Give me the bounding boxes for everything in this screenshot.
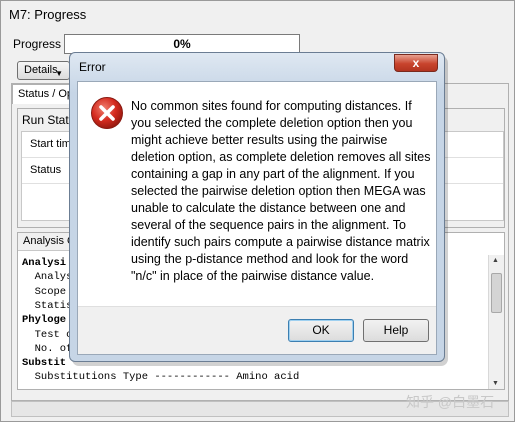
dropdown-arrow-icon: ▼ (55, 69, 63, 78)
progress-value: 0% (173, 37, 191, 51)
analysis-line: Substit (22, 357, 67, 370)
details-button-label: Details (24, 64, 58, 76)
analysis-line: Scope (22, 285, 73, 298)
details-button[interactable]: Details ▼ (17, 61, 70, 80)
error-message: No common sites found for computing dist… (131, 99, 431, 283)
close-icon: x (412, 56, 420, 70)
dialog-body: No common sites found for computing dist… (77, 81, 437, 355)
analysis-line: Phyloge (22, 314, 67, 327)
scroll-up-icon[interactable]: ▲ (492, 257, 499, 264)
progress-bar: 0% (64, 34, 300, 54)
help-button[interactable]: Help (363, 319, 429, 342)
tab-status-options[interactable]: Status / Opt (12, 84, 76, 104)
scroll-down-icon[interactable]: ▼ (492, 380, 499, 387)
ok-button[interactable]: OK (288, 319, 354, 342)
progress-label: Progress (13, 37, 62, 51)
analysis-line: Statis (22, 299, 73, 312)
analysis-line: Test o (22, 328, 73, 341)
vertical-scrollbar[interactable]: ▲ ▼ (488, 255, 504, 389)
error-dialog: Error x No common sites found for comput… (69, 52, 445, 362)
watermark: 知乎 @白墨石 (406, 394, 495, 410)
analysis-line: Analysi (22, 257, 67, 269)
close-button[interactable]: x (394, 54, 438, 72)
analysis-line: No. of (22, 342, 73, 355)
error-icon (91, 97, 123, 129)
dialog-title: Error (79, 60, 106, 74)
analysis-line: Analys (22, 271, 73, 284)
analysis-line: Substitutions Type ------------ Amino ac… (22, 371, 300, 384)
dialog-footer: OK Help (78, 306, 436, 354)
scroll-thumb[interactable] (491, 273, 502, 313)
window-title: M7: Progress (9, 7, 87, 22)
